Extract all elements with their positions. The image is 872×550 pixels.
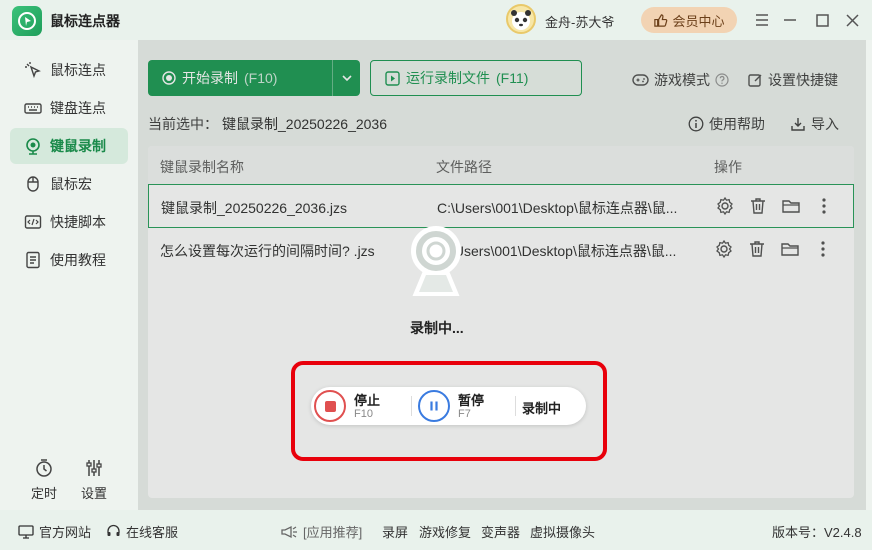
- sidebar-item-recording[interactable]: 键鼠录制: [10, 128, 128, 164]
- recording-control-bar: 停止 F10 暂停 F7 录制中: [311, 387, 586, 425]
- recording-status-text: 录制中...: [410, 320, 464, 336]
- avatar[interactable]: [506, 4, 536, 34]
- pause-label: 暂停: [458, 393, 485, 408]
- sidebar-item-mouse-macro[interactable]: 鼠标宏: [10, 166, 128, 202]
- cursor-click-icon: [25, 62, 41, 79]
- sidebar-item-label: 鼠标宏: [50, 176, 92, 192]
- timer-icon: [36, 459, 52, 477]
- menu-icon[interactable]: [750, 8, 774, 32]
- footer-link-game-repair[interactable]: 游戏修复: [419, 522, 471, 541]
- online-support-label: 在线客服: [126, 525, 179, 540]
- stop-icon: [324, 400, 336, 412]
- sidebar-item-tutorial[interactable]: 使用教程: [10, 242, 128, 278]
- official-website-label: 官方网站: [39, 525, 92, 540]
- user-name[interactable]: 金舟-苏大爷: [545, 12, 614, 31]
- footer-link-virtual-camera[interactable]: 虚拟摄像头: [530, 522, 595, 541]
- settings-button[interactable]: 设置: [69, 458, 119, 502]
- app-title: 鼠标连点器: [50, 13, 120, 29]
- vip-label: 会员中心: [672, 13, 725, 29]
- headset-icon: [107, 524, 120, 536]
- minimize-icon[interactable]: [778, 8, 802, 32]
- stop-hotkey: F10: [354, 408, 373, 420]
- footer-bar: 官方网站 在线客服 [应用推荐] 录屏 游戏修复 变声器 虚拟摄像头 版本号：V…: [0, 510, 872, 550]
- record-icon: [26, 138, 40, 155]
- recommend-label: [应用推荐]: [303, 525, 363, 540]
- recording-state-label: 录制中: [522, 401, 562, 416]
- stop-label: 停止: [354, 393, 381, 408]
- sidebar-item-label: 键鼠录制: [50, 138, 106, 154]
- sidebar-item-quick-script[interactable]: 快捷脚本: [10, 204, 128, 240]
- mouse-icon: [27, 176, 39, 192]
- divider: [515, 396, 516, 416]
- vip-center-button[interactable]: 会员中心: [641, 7, 737, 33]
- close-icon[interactable]: [840, 8, 864, 32]
- sidebar-item-label: 快捷脚本: [50, 214, 106, 230]
- timer-label: 定时: [30, 486, 57, 501]
- sidebar-item-label: 使用教程: [50, 252, 106, 268]
- monitor-icon: [18, 524, 34, 539]
- pause-hotkey: F7: [458, 408, 471, 420]
- footer-link-screen-record[interactable]: 录屏: [382, 522, 408, 541]
- maximize-icon[interactable]: [810, 8, 834, 32]
- title-bar: 鼠标连点器 金舟-苏大爷 会员中心: [0, 0, 872, 40]
- script-icon: [24, 215, 42, 229]
- sidebar-item-label: 键盘连点: [50, 100, 106, 116]
- sidebar: 鼠标连点 键盘连点 键鼠录制 鼠标宏 快捷脚本 使用教程 定时 设置: [0, 40, 138, 510]
- settings-sliders-icon: [86, 460, 102, 476]
- timer-button[interactable]: 定时: [19, 458, 69, 502]
- pause-icon: [430, 401, 438, 411]
- tutorial-icon: [26, 251, 40, 269]
- app-logo-icon: [12, 6, 42, 36]
- official-website-link[interactable]: 官方网站: [18, 522, 91, 541]
- version-text: 版本号：V2.4.8: [772, 525, 862, 540]
- webcam-icon: [411, 226, 461, 296]
- divider: [411, 396, 412, 416]
- settings-label: 设置: [80, 486, 107, 501]
- sidebar-item-keyboard-click[interactable]: 键盘连点: [10, 90, 128, 126]
- stop-button[interactable]: [314, 390, 346, 422]
- thumbs-up-icon: [654, 13, 668, 27]
- sidebar-item-mouse-click[interactable]: 鼠标连点: [10, 52, 128, 88]
- sidebar-item-label: 鼠标连点: [50, 62, 106, 78]
- pause-button[interactable]: [418, 390, 450, 422]
- footer-link-voice-changer[interactable]: 变声器: [481, 522, 520, 541]
- recommend-section: [应用推荐]: [280, 522, 362, 541]
- megaphone-icon: [281, 525, 297, 538]
- keyboard-icon: [24, 103, 42, 114]
- online-support-link[interactable]: 在线客服: [106, 522, 178, 541]
